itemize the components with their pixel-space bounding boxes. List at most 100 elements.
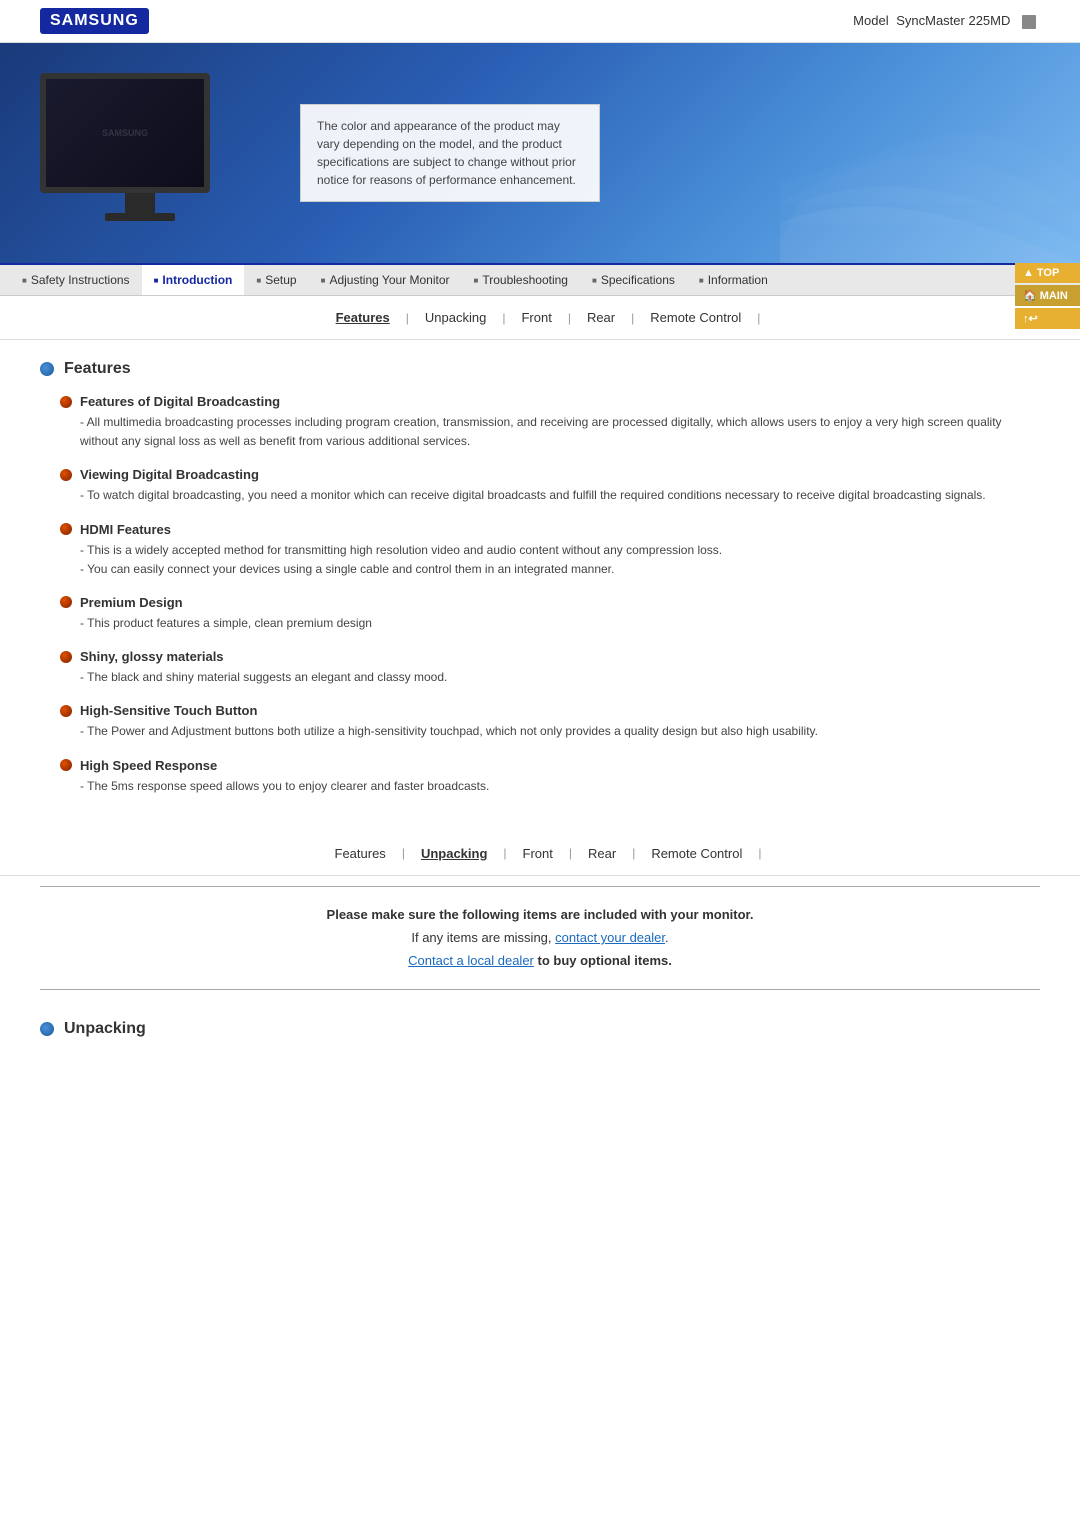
- model-label: Model: [853, 13, 888, 28]
- feature-hdmi: HDMI Features This is a widely accepted …: [40, 522, 1040, 579]
- sub-nav-front-link[interactable]: Front: [505, 306, 567, 329]
- feature-5-line-1: The black and shiny material suggests an…: [80, 668, 1040, 687]
- feature-3-dot: [60, 523, 72, 535]
- feature-5-heading: Shiny, glossy materials: [60, 649, 1040, 664]
- nav-troubleshooting[interactable]: Troubleshooting: [462, 265, 580, 295]
- feature-2-content: To watch digital broadcasting, you need …: [60, 486, 1040, 505]
- nav-specifications[interactable]: Specifications: [580, 265, 687, 295]
- feature-digital-broadcasting: Features of Digital Broadcasting All mul…: [40, 394, 1040, 451]
- model-info: Model SyncMaster 225MD: [853, 13, 1040, 29]
- feature-3-line-1: This is a widely accepted method for tra…: [80, 541, 1040, 560]
- info-line-2: If any items are missing, contact your d…: [80, 926, 1000, 949]
- feature-6-content: The Power and Adjustment buttons both ut…: [60, 722, 1040, 741]
- local-dealer-link[interactable]: Contact a local dealer: [408, 953, 534, 968]
- feature-4-dot: [60, 596, 72, 608]
- monitor-image: SAMSUNG: [40, 73, 240, 233]
- feature-touch-button: High-Sensitive Touch Button The Power an…: [40, 703, 1040, 741]
- features-content: Features Features of Digital Broadcastin…: [0, 340, 1080, 832]
- sub-nav-bottom-front[interactable]: Front: [507, 842, 569, 865]
- monitor-screen: SAMSUNG: [40, 73, 210, 193]
- features-section-header: Features: [40, 360, 1040, 378]
- page-header: SAMSUNG Model SyncMaster 225MD: [0, 0, 1080, 43]
- feature-premium-design: Premium Design This product features a s…: [40, 595, 1040, 633]
- unpacking-section: Unpacking: [0, 1000, 1080, 1074]
- nav-wrapper: Safety Instructions Introduction Setup A…: [0, 263, 1080, 296]
- hero-tooltip: The color and appearance of the product …: [300, 104, 600, 202]
- feature-6-heading: High-Sensitive Touch Button: [60, 703, 1040, 718]
- unpacking-title: Unpacking: [64, 1020, 146, 1038]
- back-button[interactable]: ↑↩: [1015, 308, 1080, 329]
- contact-dealer-link[interactable]: contact your dealer: [555, 930, 665, 945]
- nav-information[interactable]: Information: [687, 265, 780, 295]
- feature-high-speed: High Speed Response The 5ms response spe…: [40, 758, 1040, 796]
- sub-nav-bottom-sep-5: |: [758, 846, 761, 860]
- feature-3-heading: HDMI Features: [60, 522, 1040, 537]
- sub-nav-rear-link[interactable]: Rear: [571, 306, 631, 329]
- model-name: SyncMaster 225MD: [896, 13, 1010, 28]
- feature-4-heading: Premium Design: [60, 595, 1040, 610]
- feature-1-line-1: All multimedia broadcasting processes in…: [80, 413, 1040, 451]
- feature-3-line-2: You can easily connect your devices usin…: [80, 560, 1040, 579]
- feature-1-heading: Features of Digital Broadcasting: [60, 394, 1040, 409]
- sub-nav-bottom: Features | Unpacking | Front | Rear | Re…: [0, 832, 1080, 876]
- top-button[interactable]: ▲ TOP: [1015, 263, 1080, 283]
- back-icon: ↑↩: [1023, 312, 1038, 325]
- nav-safety[interactable]: Safety Instructions: [10, 265, 142, 295]
- info-line-3-bold: to buy optional items.: [538, 953, 672, 968]
- sub-nav-remote-link[interactable]: Remote Control: [634, 306, 757, 329]
- feature-1-content: All multimedia broadcasting processes in…: [60, 413, 1040, 451]
- nav-adjusting[interactable]: Adjusting Your Monitor: [309, 265, 462, 295]
- info-line-1: Please make sure the following items are…: [80, 903, 1000, 926]
- feature-4-title: Premium Design: [80, 595, 183, 610]
- monitor-base: [105, 213, 175, 221]
- feature-7-dot: [60, 759, 72, 771]
- main-label: MAIN: [1040, 290, 1068, 302]
- nav-setup[interactable]: Setup: [244, 265, 308, 295]
- sub-nav-bottom-unpacking[interactable]: Unpacking: [405, 842, 503, 865]
- sub-nav-bottom-features[interactable]: Features: [319, 842, 402, 865]
- feature-6-title: High-Sensitive Touch Button: [80, 703, 257, 718]
- feature-4-content: This product features a simple, clean pr…: [60, 614, 1040, 633]
- monitor-stand: [125, 193, 155, 213]
- feature-1-dot: [60, 396, 72, 408]
- info-line-2-after: .: [665, 930, 669, 945]
- hero-banner: SAMSUNG The color and appearance of the …: [0, 43, 1080, 263]
- hero-waves-decoration: [780, 43, 1080, 263]
- feature-7-content: The 5ms response speed allows you to enj…: [60, 777, 1040, 796]
- info-line-3: Contact a local dealer to buy optional i…: [80, 949, 1000, 972]
- nav-bar: Safety Instructions Introduction Setup A…: [0, 263, 1080, 296]
- feature-7-heading: High Speed Response: [60, 758, 1040, 773]
- feature-5-dot: [60, 651, 72, 663]
- model-flag-icon: [1022, 15, 1036, 29]
- hero-tooltip-text: The color and appearance of the product …: [317, 119, 576, 187]
- info-box: Please make sure the following items are…: [40, 886, 1040, 990]
- feature-2-heading: Viewing Digital Broadcasting: [60, 467, 1040, 482]
- sub-nav-bottom-remote[interactable]: Remote Control: [635, 842, 758, 865]
- main-icon: 🏠: [1023, 289, 1037, 302]
- nav-introduction[interactable]: Introduction: [142, 265, 245, 295]
- feature-2-dot: [60, 469, 72, 481]
- feature-viewing-digital: Viewing Digital Broadcasting To watch di…: [40, 467, 1040, 505]
- sub-nav-sep-5: |: [757, 311, 760, 325]
- sub-nav-bottom-rear[interactable]: Rear: [572, 842, 632, 865]
- features-title: Features: [64, 360, 131, 378]
- feature-5-title: Shiny, glossy materials: [80, 649, 224, 664]
- unpacking-section-header: Unpacking: [40, 1020, 1040, 1038]
- side-buttons: ▲ TOP 🏠 MAIN ↑↩: [1015, 263, 1080, 329]
- feature-6-line-1: The Power and Adjustment buttons both ut…: [80, 722, 1040, 741]
- info-line-2-before: If any items are missing,: [411, 930, 555, 945]
- feature-5-content: The black and shiny material suggests an…: [60, 668, 1040, 687]
- main-button[interactable]: 🏠 MAIN: [1015, 285, 1080, 306]
- top-label: TOP: [1037, 267, 1059, 279]
- feature-6-dot: [60, 705, 72, 717]
- sub-nav-features-link[interactable]: Features: [320, 306, 406, 329]
- samsung-logo: SAMSUNG: [40, 8, 149, 34]
- feature-shiny-materials: Shiny, glossy materials The black and sh…: [40, 649, 1040, 687]
- feature-3-title: HDMI Features: [80, 522, 171, 537]
- unpacking-dot: [40, 1022, 54, 1036]
- top-icon: ▲: [1023, 267, 1034, 279]
- sub-nav-unpacking-link[interactable]: Unpacking: [409, 306, 502, 329]
- feature-2-title: Viewing Digital Broadcasting: [80, 467, 259, 482]
- features-dot: [40, 362, 54, 376]
- feature-4-line-1: This product features a simple, clean pr…: [80, 614, 1040, 633]
